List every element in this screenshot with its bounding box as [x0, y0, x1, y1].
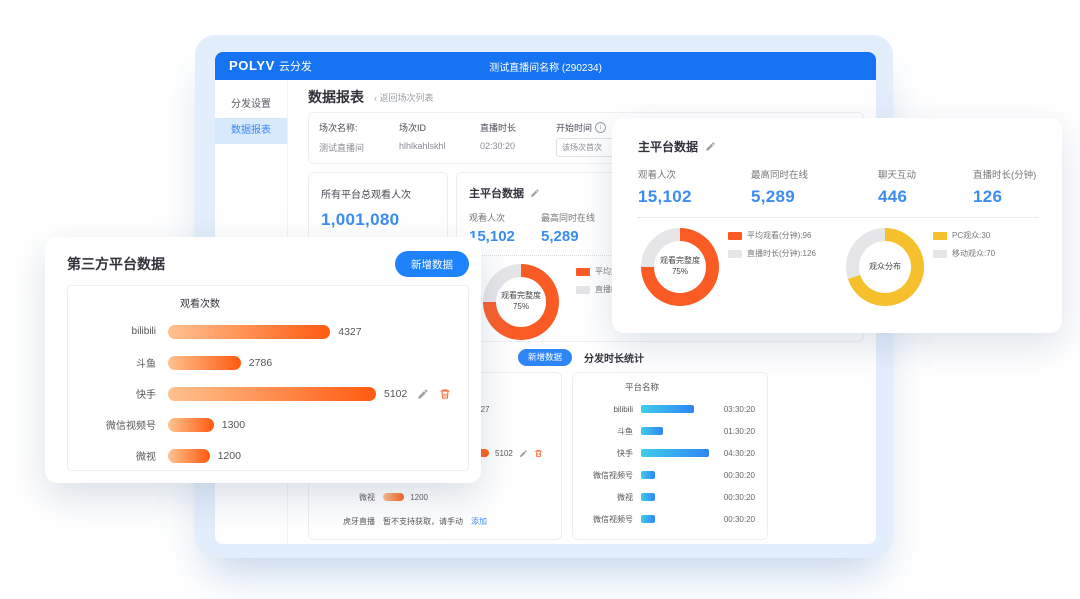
bar [168, 449, 210, 463]
chart-row: 微信视频号1300 [68, 409, 468, 440]
chart-row: bilibili03:30:20 [581, 398, 759, 420]
third-party-title: 第三方平台数据 [67, 254, 165, 274]
bar [641, 427, 663, 435]
session-id-label: 场次ID [399, 121, 480, 134]
chart-row: 斗鱼2786 [68, 347, 468, 378]
bar [168, 325, 330, 339]
screenshot-canvas: POLYV 云分发 测试直播间名称 (290234) 分发设置 数据报表 数据报… [0, 0, 1080, 599]
bar [641, 471, 655, 479]
start-time-dropdown[interactable]: 该场次首次 [556, 138, 620, 157]
session-name-label: 场次名称: [319, 121, 399, 134]
stat-peak-online: 最高同时在线 5,289 [751, 167, 878, 207]
back-to-session-list-link[interactable]: ‹ 返回场次列表 [374, 91, 434, 104]
legend-swatch [728, 250, 742, 258]
brand-suffix: 云分发 [279, 58, 312, 74]
third-party-overlay-card: 第三方平台数据 新增数据 观看次数 bilibili4327 斗鱼2786 快手… [45, 237, 481, 483]
chart-row: 快手04:30:20 [581, 442, 759, 464]
bar [168, 387, 376, 401]
stat-viewers: 观看人次 15,102 [469, 211, 541, 245]
main-platform-overlay-card: 主平台数据 观看人次 15,102 最高同时在线 5,289 聊天互动 446 … [612, 118, 1062, 333]
edit-icon[interactable] [417, 388, 429, 400]
overlay-platform-title: 主平台数据 [638, 138, 698, 155]
legend-swatch [933, 250, 947, 258]
donut-legend: PC观众:30 移动观众:70 [933, 230, 1029, 266]
chart-row: 微视1200 [68, 440, 468, 471]
session-name-value: 测试直播间 [319, 141, 399, 154]
add-data-button[interactable]: 新增数据 [518, 349, 572, 366]
edit-icon[interactable] [519, 449, 528, 458]
session-id-field: 场次ID hlhlkahlskhl [399, 121, 480, 163]
audience-donut-chart: 观众分布 [846, 228, 924, 306]
completion-donut-chart: 观看完整度 75% [641, 228, 719, 306]
huya-footnote: 虎牙直播 暂不支持获取，请手动 添加 [317, 510, 553, 532]
bar [641, 515, 655, 523]
legend-swatch [933, 232, 947, 240]
live-duration-field: 直播时长 02:30:20 [480, 121, 556, 163]
duration-section-title: 分发时长统计 [584, 350, 644, 365]
chart-row: 微视00:30:20 [581, 486, 759, 508]
bar [168, 356, 241, 370]
duration-chart-card: 平台名称 bilibili03:30:20 斗鱼01:30:20 快手04:30… [572, 372, 768, 540]
brand-logo: POLYV 云分发 [229, 58, 312, 74]
bar [168, 418, 214, 432]
legend-swatch [728, 232, 742, 240]
stat-chat-interactions: 聊天互动 446 [878, 167, 973, 207]
total-views-value: 1,001,080 [321, 210, 435, 230]
bar [383, 493, 404, 501]
edit-icon[interactable] [530, 188, 540, 198]
views-chart-title: 观看次数 [180, 295, 468, 316]
chart-row: 微信视频号00:30:20 [581, 508, 759, 530]
bar [641, 405, 694, 413]
chart-row: 微信视频号00:30:20 [581, 464, 759, 486]
stat-viewers: 观看人次 15,102 [638, 167, 751, 207]
session-name-field: 场次名称: 测试直播间 [319, 121, 399, 163]
live-duration-value: 02:30:20 [480, 141, 556, 151]
app-header: POLYV 云分发 测试直播间名称 (290234) [215, 52, 876, 80]
start-time-label: 开始时间 [556, 121, 592, 134]
session-id-value: hlhlkahlskhl [399, 141, 480, 151]
main-platform-title: 主平台数据 [469, 185, 524, 201]
duration-chart-header: 平台名称 [625, 381, 759, 398]
views-chart-box: 观看次数 bilibili4327 斗鱼2786 快手5102 微信视频号130… [67, 285, 469, 471]
info-icon: i [595, 122, 606, 133]
dotted-divider [638, 217, 1038, 218]
window-title: 测试直播间名称 (290234) [215, 59, 876, 74]
legend-swatch [576, 268, 590, 276]
chart-row: 斗鱼01:30:20 [581, 420, 759, 442]
page-title: 数据报表 [308, 87, 364, 107]
legend-swatch [576, 286, 590, 294]
bar [641, 493, 655, 501]
sidebar-item-distribution-settings[interactable]: 分发设置 [215, 92, 287, 118]
add-data-button[interactable]: 新增数据 [395, 251, 469, 277]
delete-icon[interactable] [534, 449, 543, 458]
sidebar-item-data-report[interactable]: 数据报表 [215, 118, 287, 144]
donut-legend: 平均观看(分钟):96 直播时长(分钟):126 [728, 230, 824, 266]
live-duration-label: 直播时长 [480, 121, 556, 134]
chart-row: 快手5102 [68, 378, 468, 409]
edit-icon[interactable] [705, 141, 716, 152]
completion-donut-chart: 观看完整度 75% [483, 264, 559, 340]
chart-row: bilibili4327 [68, 316, 468, 347]
add-manually-link[interactable]: 添加 [471, 516, 487, 527]
total-views-label: 所有平台总观看人次 [321, 186, 435, 201]
brand-name: POLYV [229, 58, 275, 73]
stat-live-minutes: 直播时长(分钟) 126 [973, 167, 1036, 207]
bar [641, 449, 709, 457]
chart-row: 微视1200 [317, 486, 553, 508]
delete-icon[interactable] [439, 388, 451, 400]
stat-peak-online: 最高同时在线 5,289 [541, 211, 613, 245]
